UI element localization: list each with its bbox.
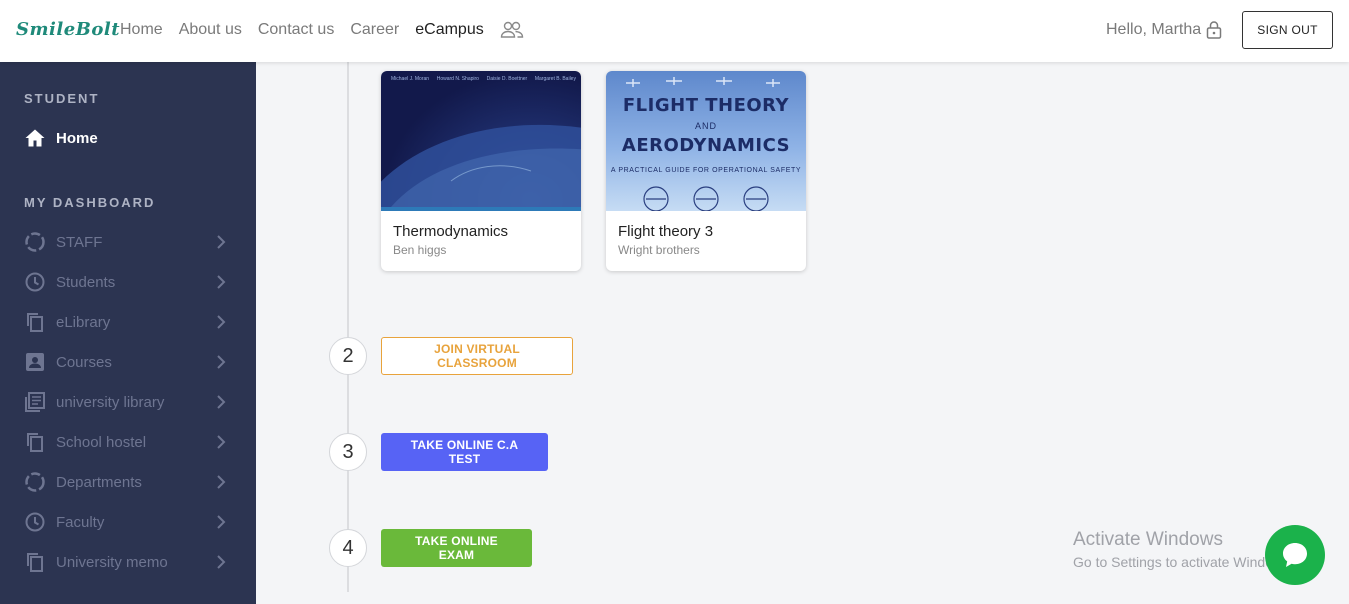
circle-dashed-icon: [24, 471, 46, 493]
book-title: Thermodynamics: [393, 223, 509, 240]
sign-out-button[interactable]: SIGN OUT: [1242, 11, 1333, 49]
clock-icon: [24, 271, 46, 293]
timeline-line: [347, 62, 349, 592]
library-books-icon: [24, 391, 46, 413]
account-box-icon: [24, 351, 46, 373]
step-number: 3: [329, 433, 367, 471]
take-online-exam-button[interactable]: TAKE ONLINE EXAM: [381, 529, 532, 567]
circle-dashed-icon: [24, 231, 46, 253]
sidebar-item-university-library[interactable]: university library: [24, 390, 234, 414]
sidebar-item-label: Home: [56, 129, 98, 147]
sidebar-item-label: Students: [56, 273, 116, 291]
cover-author: Daisie D. Boettner: [486, 76, 528, 82]
book-cover-image: Michael J. Moran Howard N. Shapiro Daisi…: [381, 71, 581, 211]
nav-ecampus[interactable]: eCampus: [415, 20, 483, 40]
step-number: 4: [329, 529, 367, 567]
nav-home[interactable]: Home: [120, 20, 163, 40]
sidebar-item-label: University memo: [56, 553, 168, 571]
copy-icon: [24, 431, 46, 453]
activate-windows-title: Activate Windows: [1073, 529, 1223, 550]
cover-author: Margaret B. Bailey: [534, 76, 576, 82]
chevron-right-icon: [217, 555, 226, 569]
cover-author: Howard N. Shapiro: [436, 76, 479, 82]
chevron-right-icon: [217, 235, 226, 249]
cover-author: Michael J. Moran: [391, 76, 430, 82]
nav-contact-us[interactable]: Contact us: [258, 20, 334, 40]
sidebar-item-label: Courses: [56, 353, 112, 371]
book-cover-image: FLIGHT THEORY AND AERODYNAMICS A PRACTIC…: [606, 71, 806, 211]
sidebar: STUDENT Home MY DASHBOARD STAFF Students…: [0, 62, 256, 604]
step-number: 2: [329, 337, 367, 375]
cover-title-line: AND: [694, 121, 717, 131]
chevron-right-icon: [217, 275, 226, 289]
sidebar-item-courses[interactable]: Courses: [24, 350, 234, 374]
chat-bubble-icon: [1283, 543, 1307, 567]
cover-title-line: FLIGHT THEORY: [622, 95, 790, 116]
top-navbar: SmileBolt Home About us Contact us Caree…: [0, 0, 1349, 62]
book-card-thermodynamics[interactable]: Michael J. Moran Howard N. Shapiro Daisi…: [381, 71, 581, 271]
activate-windows-subtitle: Go to Settings to activate Windows.: [1073, 554, 1294, 570]
sidebar-item-faculty[interactable]: Faculty: [24, 510, 234, 534]
nav-about-us[interactable]: About us: [179, 20, 242, 40]
take-online-ca-test-button[interactable]: TAKE ONLINE C.A TEST: [381, 433, 548, 471]
sidebar-item-label: university library: [56, 393, 165, 411]
logo[interactable]: SmileBolt: [16, 19, 120, 40]
sidebar-item-label: eLibrary: [56, 313, 111, 331]
chevron-right-icon: [217, 355, 226, 369]
user-greeting: Hello, Martha: [1106, 20, 1223, 40]
home-icon: [25, 129, 45, 147]
book-title: Flight theory 3: [618, 223, 714, 240]
copy-icon: [24, 551, 46, 573]
chevron-right-icon: [217, 315, 226, 329]
sidebar-item-staff[interactable]: STAFF: [24, 230, 234, 254]
chevron-right-icon: [217, 475, 226, 489]
sidebar-item-school-hostel[interactable]: School hostel: [24, 430, 234, 454]
chevron-right-icon: [217, 395, 226, 409]
join-virtual-classroom-button[interactable]: JOIN VIRTUAL CLASSROOM: [381, 337, 573, 375]
sidebar-item-label: Departments: [56, 473, 142, 491]
greeting-text: Hello, Martha: [1106, 21, 1202, 38]
sidebar-item-label: STAFF: [56, 233, 103, 251]
sidebar-section-dashboard: MY DASHBOARD: [24, 195, 156, 210]
cover-title-line: AERODYNAMICS: [621, 135, 791, 156]
people-icon[interactable]: [500, 20, 524, 40]
book-card-flight-theory[interactable]: FLIGHT THEORY AND AERODYNAMICS A PRACTIC…: [606, 71, 806, 271]
book-author: Wright brothers: [618, 243, 700, 257]
cover-subtitle: A PRACTICAL GUIDE FOR OPERATIONAL SAFETY: [610, 167, 802, 174]
chevron-right-icon: [217, 515, 226, 529]
book-author: Ben higgs: [393, 243, 447, 257]
sidebar-item-elibrary[interactable]: eLibrary: [24, 310, 234, 334]
chat-button[interactable]: [1265, 525, 1325, 585]
sidebar-item-university-memo[interactable]: University memo: [24, 550, 234, 574]
sidebar-section-student: STUDENT: [24, 91, 100, 106]
main-nav: Home About us Contact us Career eCampus: [120, 20, 524, 40]
sidebar-item-label: Faculty: [56, 513, 105, 531]
copy-icon: [24, 311, 46, 333]
clock-icon: [24, 511, 46, 533]
nav-career[interactable]: Career: [350, 20, 399, 40]
sidebar-item-home[interactable]: Home: [24, 128, 98, 148]
chevron-right-icon: [217, 435, 226, 449]
sidebar-item-label: School hostel: [56, 433, 147, 451]
lock-icon: [1205, 20, 1223, 40]
sidebar-item-departments[interactable]: Departments: [24, 470, 234, 494]
sidebar-item-students[interactable]: Students: [24, 270, 234, 294]
